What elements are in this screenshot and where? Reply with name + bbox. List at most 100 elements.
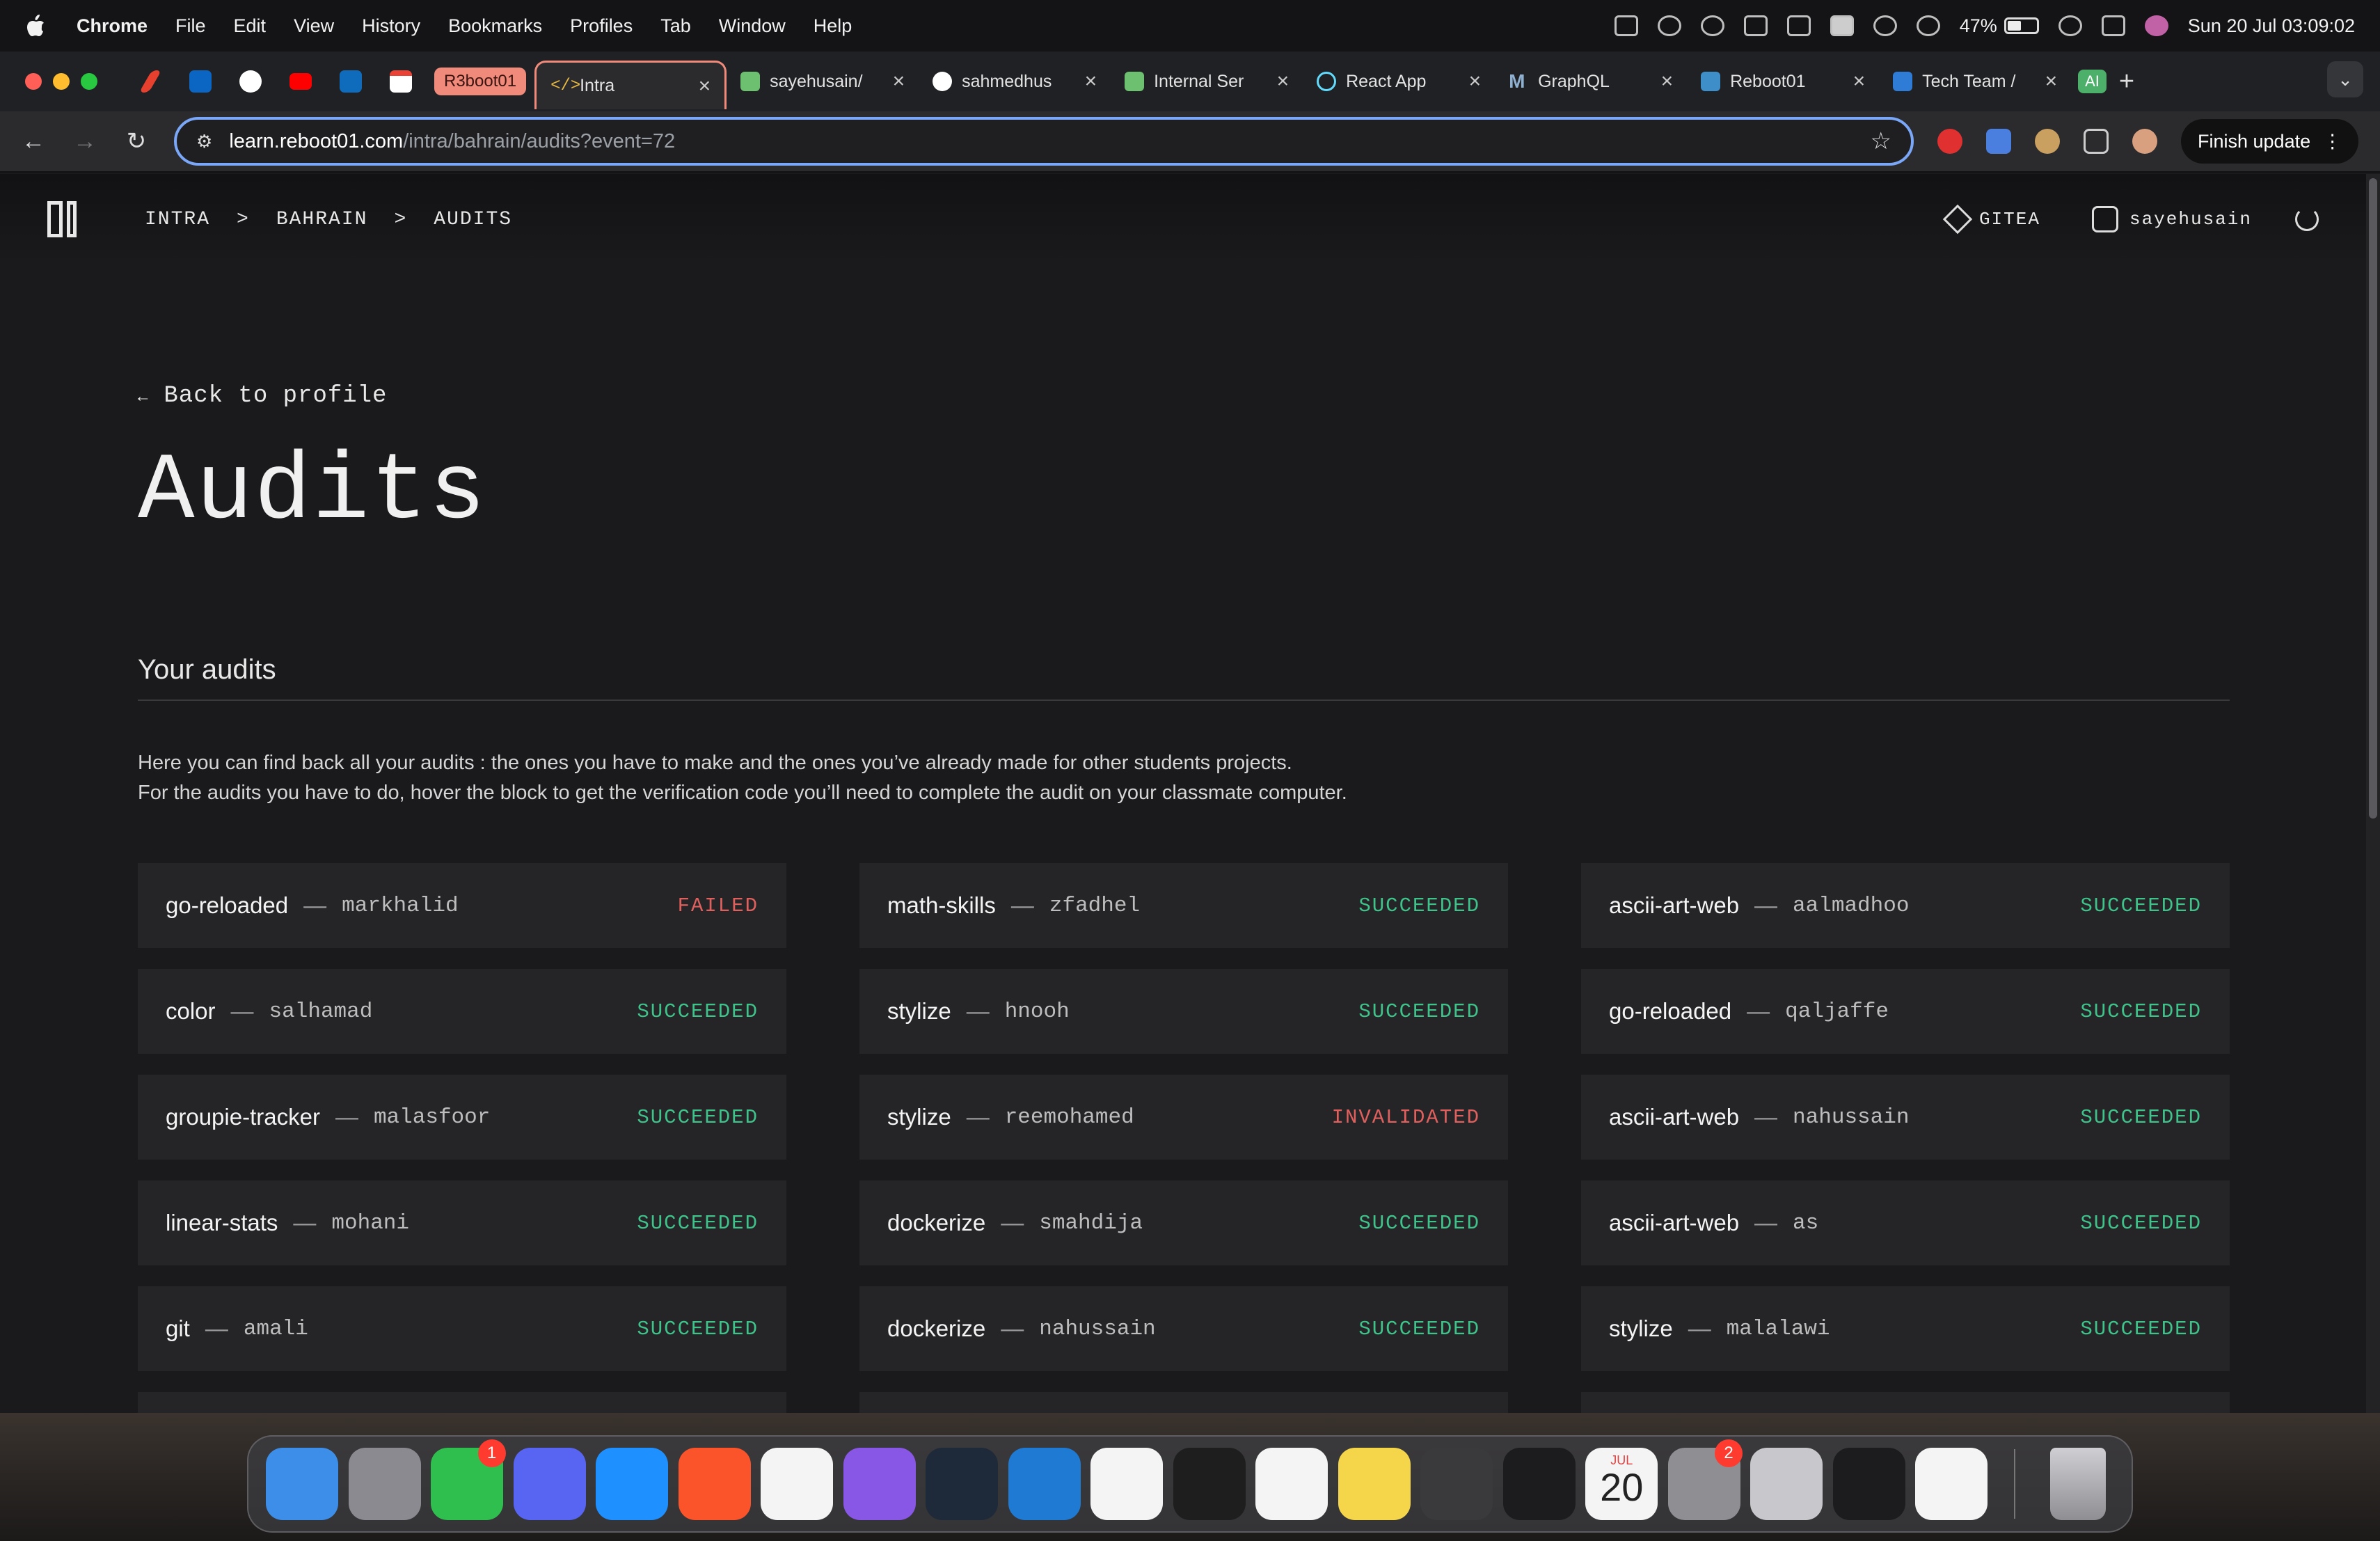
battery-status[interactable]: 47% xyxy=(1960,15,2039,37)
menu-edit[interactable]: Edit xyxy=(234,15,267,37)
pinned-tab-1[interactable] xyxy=(125,61,175,102)
wifi-icon[interactable] xyxy=(1916,15,1940,36)
reload-icon[interactable]: ↻ xyxy=(122,127,150,155)
pinned-tab-linkedin[interactable] xyxy=(175,61,225,102)
menu-app-name[interactable]: Chrome xyxy=(77,15,148,37)
dock-app-safari[interactable] xyxy=(591,1442,674,1526)
tab-tech-team[interactable]: Tech Team / × xyxy=(1879,61,2071,102)
dock-app-activity-monitor[interactable] xyxy=(1498,1442,1581,1526)
tab-react-app[interactable]: React App × xyxy=(1303,61,1495,102)
dock-app-launchpad[interactable] xyxy=(344,1442,427,1526)
audit-card[interactable]: stylize — hnooh SUCCEEDED xyxy=(859,969,1508,1054)
scrollbar-thumb[interactable] xyxy=(2369,178,2377,819)
tab-reboot01[interactable]: Reboot01 × xyxy=(1687,61,1879,102)
breadcrumb-intra[interactable]: INTRA xyxy=(145,209,210,230)
dock-app-vscode[interactable] xyxy=(1003,1442,1086,1526)
tab-intra[interactable]: </> Intra × xyxy=(534,61,727,109)
paperclip-icon[interactable] xyxy=(1873,15,1897,36)
tab-search-chevron-icon[interactable]: ⌄ xyxy=(2327,61,2363,97)
extension-shield-icon[interactable] xyxy=(1937,129,1962,154)
close-tab-icon[interactable]: × xyxy=(893,70,905,93)
dock-app-system-settings[interactable]: 2 xyxy=(1663,1439,1746,1526)
profile-avatar[interactable] xyxy=(2132,129,2157,154)
status-app-icon[interactable] xyxy=(1614,15,1638,36)
menubar-clock[interactable]: Sun 20 Jul 03:09:02 xyxy=(2188,15,2355,37)
audit-card[interactable]: math-skills — zfadhel SUCCEEDED xyxy=(859,863,1508,948)
close-tab-icon[interactable]: × xyxy=(1085,70,1097,93)
page-scrollbar[interactable] xyxy=(2366,174,2380,1413)
close-tab-icon[interactable]: × xyxy=(699,74,711,98)
close-tab-icon[interactable]: × xyxy=(1661,70,1674,93)
control-center-icon[interactable] xyxy=(2101,15,2125,36)
dock-app-brave[interactable] xyxy=(674,1442,756,1526)
spotlight-search-icon[interactable] xyxy=(2058,15,2082,36)
pinned-tab-outlook[interactable] xyxy=(326,61,376,102)
menu-window[interactable]: Window xyxy=(719,15,786,37)
dock-app-github-desktop[interactable] xyxy=(839,1442,921,1526)
audit-card-partial[interactable] xyxy=(138,1392,786,1413)
menu-help[interactable]: Help xyxy=(814,15,852,37)
dock-app-chrome[interactable] xyxy=(756,1442,839,1526)
gitea-link[interactable]: GITEA xyxy=(1942,204,2040,235)
close-tab-icon[interactable]: × xyxy=(1853,70,1866,93)
user-profile-link[interactable]: sayehusain xyxy=(2091,206,2252,232)
tab-group-label[interactable]: R3boot01 xyxy=(434,68,527,95)
audit-card[interactable]: go-reloaded — markhalid FAILED xyxy=(138,863,786,948)
dock-app-whatsapp[interactable]: 1 xyxy=(426,1439,509,1526)
input-source-icon[interactable] xyxy=(1830,15,1854,36)
forward-arrow-icon[interactable]: → xyxy=(71,128,99,155)
dock-app-discord[interactable] xyxy=(509,1442,592,1526)
chatgpt-menu-icon[interactable] xyxy=(1700,15,1724,36)
site-settings-icon[interactable]: ⚙ xyxy=(196,131,212,152)
audit-card[interactable]: color — salhamad SUCCEEDED xyxy=(138,969,786,1054)
menu-view[interactable]: View xyxy=(294,15,334,37)
dock-app-chatgpt[interactable] xyxy=(1910,1442,1993,1526)
close-tab-icon[interactable]: × xyxy=(1469,70,1482,93)
bookmark-star-icon[interactable]: ☆ xyxy=(1871,127,1891,155)
audit-card[interactable]: dockerize — smahdija SUCCEEDED xyxy=(859,1180,1508,1265)
tab-internal-ser[interactable]: Internal Ser × xyxy=(1111,61,1303,102)
tab-sahmedhus[interactable]: sahmedhus × xyxy=(919,61,1111,102)
status-app-icon-2[interactable] xyxy=(1657,15,1681,36)
translate-extension-icon[interactable] xyxy=(1986,129,2011,154)
tab-sayehusain[interactable]: sayehusain/ × xyxy=(727,61,919,102)
ai-tab-group[interactable]: AI xyxy=(2078,70,2107,93)
close-tab-icon[interactable]: × xyxy=(1277,70,1290,93)
breadcrumb-bahrain[interactable]: BAHRAIN xyxy=(276,209,368,230)
dock-app-photos[interactable] xyxy=(1086,1442,1168,1526)
dock-app-finder[interactable] xyxy=(261,1442,344,1526)
audit-card[interactable]: stylize — malalawi SUCCEEDED xyxy=(1581,1286,2230,1371)
dock-app-terminal[interactable] xyxy=(1828,1442,1911,1526)
audit-card[interactable]: dockerize — nahussain SUCCEEDED xyxy=(859,1286,1508,1371)
extension-cookie-icon[interactable] xyxy=(2035,129,2060,154)
address-bar[interactable]: ⚙ learn.reboot01.com/intra/bahrain/audit… xyxy=(174,117,1914,166)
dock-app-iphone-mirroring[interactable] xyxy=(1745,1442,1828,1526)
menu-tab[interactable]: Tab xyxy=(660,15,691,37)
pinned-tab-gmail[interactable] xyxy=(376,61,426,102)
back-arrow-icon[interactable]: ← xyxy=(19,128,47,155)
audit-card[interactable]: go-reloaded — qaljaffe SUCCEEDED xyxy=(1581,969,2230,1054)
dock-app-notes[interactable] xyxy=(1333,1442,1416,1526)
pinned-tab-github[interactable] xyxy=(225,61,276,102)
audit-card[interactable]: ascii-art-web — nahussain SUCCEEDED xyxy=(1581,1075,2230,1160)
menu-file[interactable]: File xyxy=(175,15,206,37)
apple-menu-icon[interactable] xyxy=(25,14,46,38)
close-tab-icon[interactable]: × xyxy=(2045,70,2058,93)
dock-app-calendar[interactable]: JUL 20 xyxy=(1580,1442,1663,1526)
zoom-window-button[interactable] xyxy=(81,73,97,90)
dock-app-figma[interactable] xyxy=(1168,1442,1251,1526)
audit-card[interactable]: git — amali SUCCEEDED xyxy=(138,1286,786,1371)
audit-card[interactable]: linear-stats — mohani SUCCEEDED xyxy=(138,1180,786,1265)
audit-card[interactable]: ascii-art-web — aalmadhoo SUCCEEDED xyxy=(1581,863,2230,948)
back-to-profile-link[interactable]: ← Back to profile xyxy=(138,383,387,409)
tab-graphql[interactable]: M GraphQL × xyxy=(1495,61,1687,102)
dock-app-terminus[interactable] xyxy=(921,1442,1003,1526)
close-window-button[interactable] xyxy=(25,73,42,90)
siri-icon[interactable] xyxy=(2144,15,2168,36)
new-tab-icon[interactable]: + xyxy=(2119,67,2134,97)
audit-card-partial[interactable] xyxy=(1581,1392,2230,1413)
extensions-puzzle-icon[interactable] xyxy=(2084,129,2109,154)
bluetooth-icon[interactable] xyxy=(1786,15,1811,36)
breadcrumb-audits[interactable]: AUDITS xyxy=(434,209,512,230)
audit-card[interactable]: groupie-tracker — malasfoor SUCCEEDED xyxy=(138,1075,786,1160)
